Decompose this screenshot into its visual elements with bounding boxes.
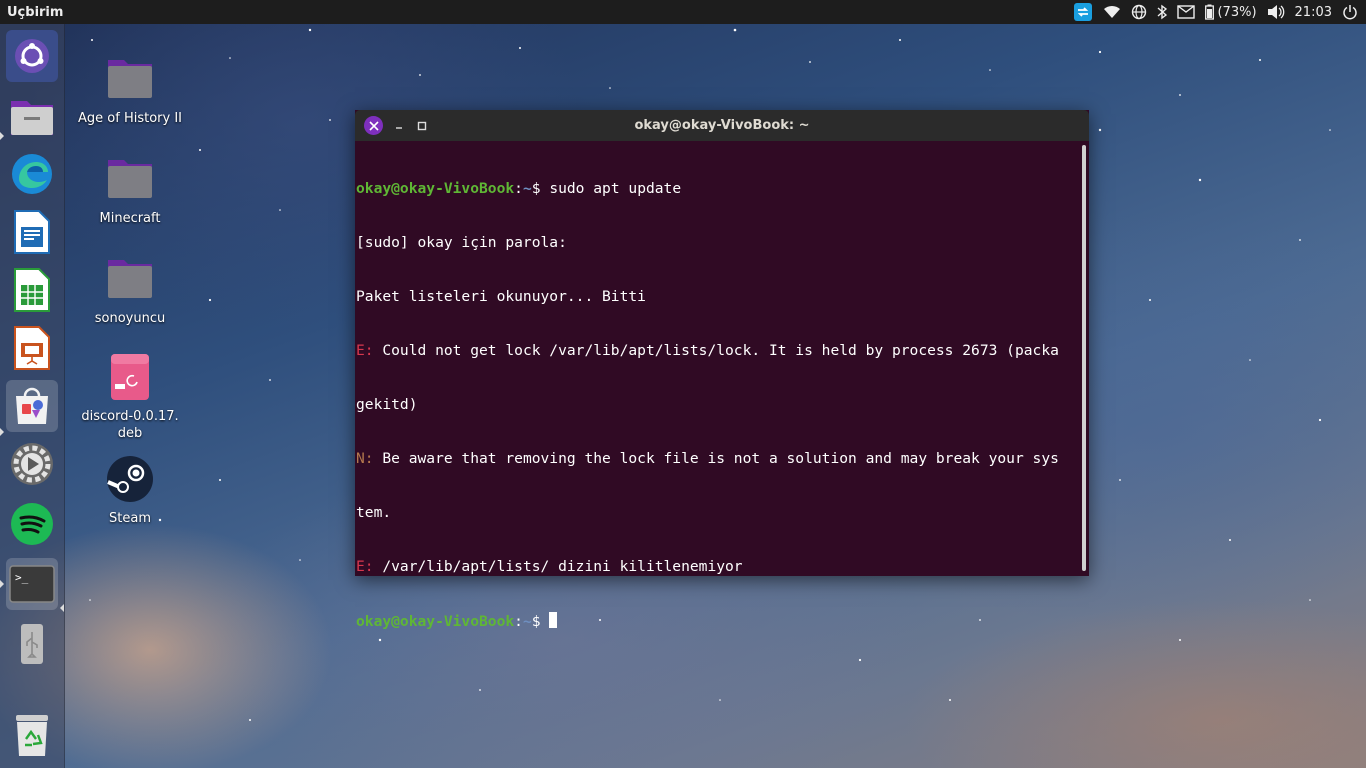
desktop-icon-label: sonoyuncu: [94, 311, 166, 326]
desktop-icon-label: discord-0.0.17.: [81, 409, 179, 424]
window-title: okay@okay-VivoBook: ~: [634, 118, 810, 133]
terminal-prompt-line: okay@okay-VivoBook:~$: [356, 612, 1078, 630]
libreoffice-impress-icon: [14, 326, 50, 370]
desktop-icon-discord-deb[interactable]: discord-0.0.17. deb: [70, 352, 190, 442]
running-indicator: [0, 428, 4, 436]
terminal-titlebar[interactable]: okay@okay-VivoBook: ~: [355, 110, 1089, 141]
maximize-button[interactable]: [412, 116, 431, 135]
desktop-icon-age-of-history[interactable]: Age of History II: [70, 54, 190, 127]
launcher-calc[interactable]: [6, 264, 58, 316]
globe-icon[interactable]: [1131, 4, 1147, 20]
power-icon[interactable]: [1342, 4, 1358, 20]
launcher-trash[interactable]: [6, 710, 58, 762]
minimize-button[interactable]: [389, 116, 408, 135]
minimize-icon: [395, 126, 402, 129]
settings-icon: [11, 443, 53, 485]
libreoffice-writer-icon: [14, 210, 50, 254]
mail-icon[interactable]: [1177, 5, 1196, 19]
launcher-usb[interactable]: [6, 618, 58, 670]
bluetooth-icon[interactable]: [1157, 4, 1168, 20]
desktop-icon-label: Age of History II: [78, 111, 182, 126]
file-manager-icon: [11, 101, 53, 135]
active-app-name: Uçbirim: [7, 4, 64, 20]
launcher-impress[interactable]: [6, 322, 58, 374]
terminal-icon: >_: [9, 565, 55, 603]
steam-icon: [107, 456, 153, 502]
launcher-writer[interactable]: [6, 206, 58, 258]
battery-percentage: (73%): [1217, 4, 1257, 20]
trash-icon: [16, 715, 48, 756]
folder-icon: [108, 260, 152, 298]
desktop-icon-label: deb: [117, 426, 143, 441]
desktop-icon-minecraft[interactable]: Minecraft: [70, 154, 190, 227]
deb-package-icon: [111, 354, 149, 400]
edge-browser-icon: [12, 154, 52, 194]
text-cursor: [549, 612, 558, 628]
terminal-line: N: Be aware that removing the lock file …: [356, 450, 1059, 467]
desktop-icon-sonoyuncu[interactable]: sonoyuncu: [70, 254, 190, 327]
spotify-icon: [11, 503, 53, 545]
launcher-terminal[interactable]: >_: [6, 558, 58, 610]
system-tray: (73%) 21:03: [1073, 0, 1358, 24]
top-panel: Uçbirim (73%) 21:03: [0, 0, 1366, 24]
svg-text:>_: >_: [15, 571, 29, 584]
close-icon: [368, 120, 379, 131]
wifi-icon[interactable]: [1103, 4, 1121, 20]
launcher-files[interactable]: [6, 90, 58, 142]
terminal-line: [sudo] okay için parola:: [356, 234, 567, 251]
launcher-spotify[interactable]: [6, 498, 58, 550]
sync-indicator-icon[interactable]: [1073, 2, 1093, 22]
folder-icon: [108, 160, 152, 198]
terminal-line: gekitd): [356, 396, 418, 413]
terminal-line: tem.: [356, 504, 392, 521]
running-indicator: [0, 580, 4, 588]
terminal-output[interactable]: okay@okay-VivoBook:~$ sudo apt update [s…: [356, 144, 1078, 630]
close-button[interactable]: [364, 116, 383, 135]
clock[interactable]: 21:03: [1295, 5, 1332, 20]
terminal-line: E: Could not get lock /var/lib/apt/lists…: [356, 342, 1059, 359]
ubuntu-logo-icon: [15, 39, 49, 73]
battery-indicator[interactable]: (73%): [1205, 4, 1257, 20]
volume-icon[interactable]: [1267, 4, 1285, 20]
maximize-icon: [417, 121, 426, 130]
battery-icon: [1205, 4, 1215, 20]
folder-icon: [108, 60, 152, 98]
running-indicator: [0, 132, 4, 140]
terminal-line: Paket listeleri okunuyor... Bitti: [356, 288, 646, 305]
launcher: >_: [0, 24, 65, 768]
desktop-icon-label: Steam: [109, 511, 151, 526]
desktop-icon-label: Minecraft: [99, 211, 161, 226]
software-center-icon: [16, 387, 48, 424]
launcher-settings[interactable]: [6, 438, 58, 490]
focus-indicator: [60, 604, 64, 612]
libreoffice-calc-icon: [14, 268, 50, 312]
launcher-software[interactable]: [6, 380, 58, 432]
terminal-scrollbar[interactable]: [1082, 145, 1086, 571]
terminal-line: E: /var/lib/apt/lists/ dizini kilitlenem…: [356, 558, 743, 575]
usb-drive-icon: [21, 624, 43, 664]
terminal-window[interactable]: okay@okay-VivoBook: ~ okay@okay-VivoBook…: [355, 110, 1089, 630]
terminal-line: okay@okay-VivoBook:~$ sudo apt update: [356, 180, 682, 197]
desktop-icon-steam[interactable]: Steam: [70, 454, 190, 527]
launcher-dash[interactable]: [6, 30, 58, 82]
launcher-edge[interactable]: [6, 148, 58, 200]
